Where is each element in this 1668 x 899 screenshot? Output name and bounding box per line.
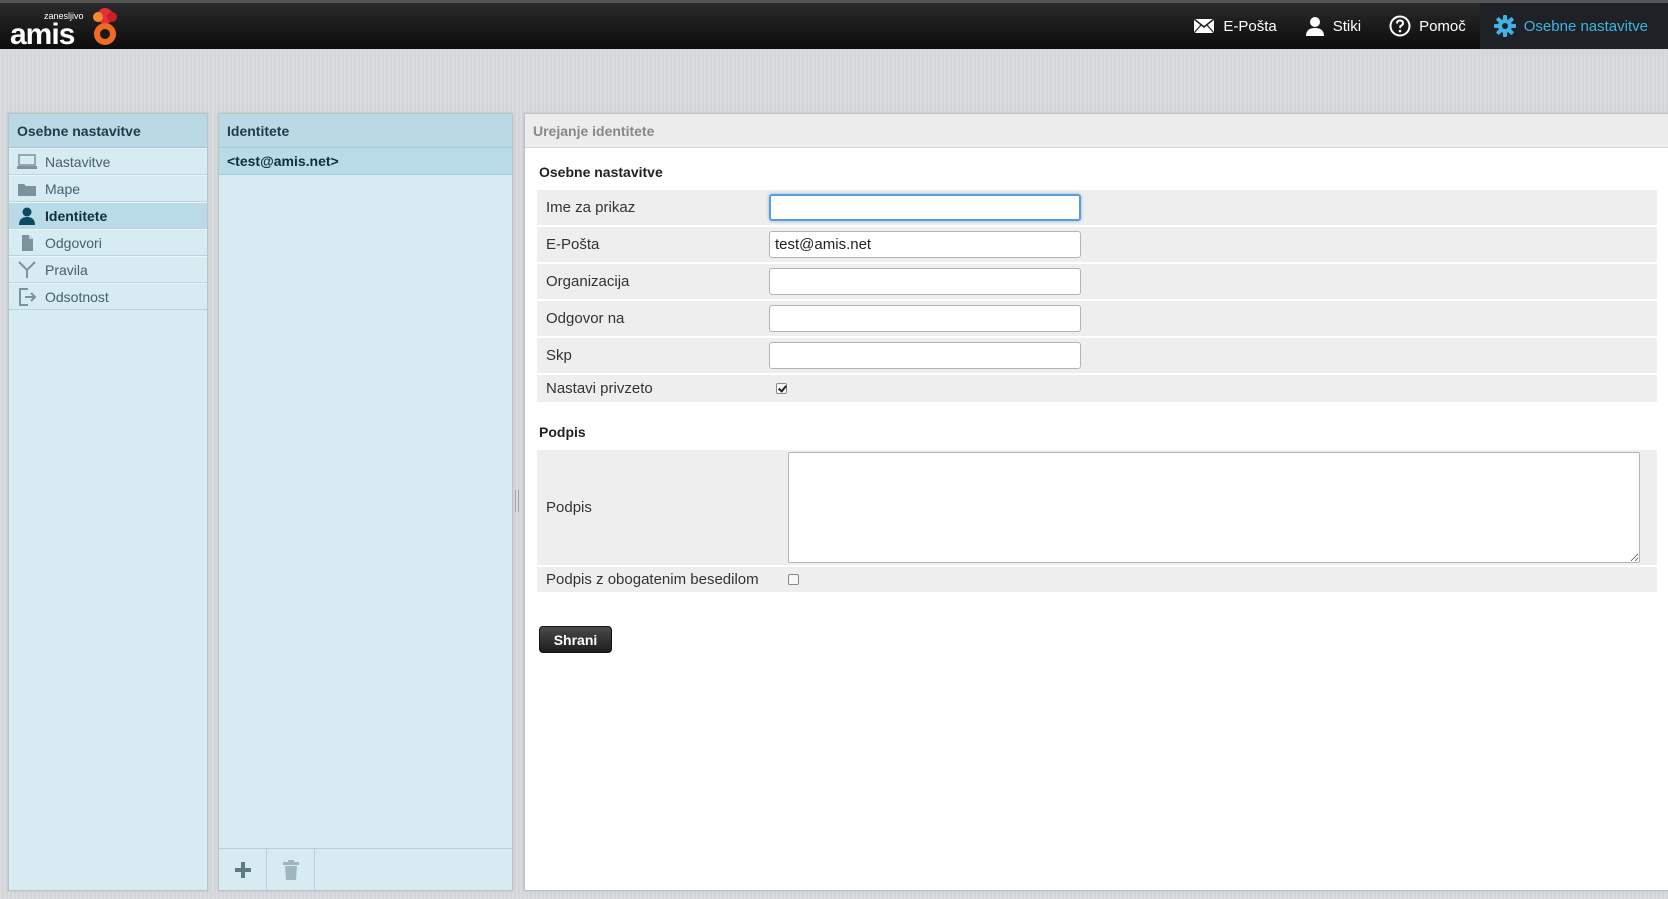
nav-settings-label: Osebne nastavitve: [1523, 17, 1648, 35]
bcc-input[interactable]: [769, 342, 1081, 369]
sidebar-item-label: Nastavitve: [45, 153, 111, 170]
identity-editor: Urejanje identitete Osebne nastavitve Im…: [524, 113, 1668, 891]
gear-icon: [1493, 15, 1516, 37]
save-button[interactable]: Shrani: [539, 626, 612, 653]
monitor-icon: [17, 153, 37, 169]
settings-sidebar: Osebne nastavitve Nastavitve Mape Identi…: [8, 113, 208, 891]
identity-form: Ime za prikaz E-Pošta Organizacija Odgov…: [537, 190, 1657, 404]
display-name-input[interactable]: [769, 194, 1081, 221]
organization-label: Organizacija: [546, 273, 630, 290]
reply-to-input[interactable]: [769, 305, 1081, 332]
signature-form: Podpis Podpis z obogatenim besedilom: [537, 450, 1657, 594]
identities-toolbar: [219, 848, 512, 890]
organization-input[interactable]: [769, 268, 1081, 295]
identities-panel: Identitete <test@amis.net>: [218, 113, 513, 891]
reply-to-label: Odgovor na: [546, 310, 625, 327]
logo-wordmark: amis: [10, 18, 75, 51]
row-reply-to: Odgovor na: [537, 301, 1657, 338]
row-bcc: Skp: [537, 338, 1657, 375]
sidebar-item-pravila[interactable]: Pravila: [9, 256, 207, 283]
delete-identity-button[interactable]: [267, 849, 315, 890]
sidebar-item-label: Pravila: [45, 261, 88, 278]
identity-item[interactable]: <test@amis.net>: [219, 148, 512, 175]
plus-icon: [234, 861, 251, 878]
top-navigation: E-Pošta Stiki Pomoč Osebne nastavitve: [1179, 3, 1668, 49]
filter-icon: [18, 260, 36, 278]
add-identity-button[interactable]: [219, 849, 267, 890]
sidebar-item-identitete[interactable]: Identitete: [9, 202, 207, 229]
panel-splitter[interactable]: [514, 490, 520, 512]
row-html-signature: Podpis z obogatenim besedilom: [537, 567, 1657, 594]
sidebar-item-mape[interactable]: Mape: [9, 175, 207, 202]
envelope-icon: [1193, 18, 1215, 34]
row-display-name: Ime za prikaz: [537, 190, 1657, 227]
row-signature: Podpis: [537, 450, 1657, 567]
nav-contacts[interactable]: Stiki: [1291, 3, 1375, 49]
default-checkbox[interactable]: [776, 383, 787, 394]
sidebar-item-label: Mape: [45, 180, 81, 197]
sidebar-item-odsotnost[interactable]: Odsotnost: [9, 283, 207, 310]
identities-title: Identitete: [219, 114, 512, 148]
row-organization: Organizacija: [537, 264, 1657, 301]
bcc-label: Skp: [546, 347, 572, 364]
folder-icon: [18, 183, 36, 196]
nav-settings[interactable]: Osebne nastavitve: [1479, 3, 1668, 49]
email-label: E-Pošta: [546, 236, 600, 253]
html-signature-checkbox[interactable]: [788, 574, 799, 585]
nav-email-label: E-Pošta: [1223, 17, 1277, 35]
signature-textarea[interactable]: [788, 452, 1640, 563]
sidebar-item-label: Odsotnost: [45, 288, 109, 305]
default-label: Nastavi privzeto: [546, 380, 653, 397]
nav-help-label: Pomoč: [1419, 17, 1466, 35]
document-icon: [22, 234, 33, 251]
person-icon: [19, 207, 35, 225]
person-icon: [1305, 17, 1324, 36]
signature-label: Podpis: [546, 499, 592, 516]
sidebar-item-label: Identitete: [45, 207, 108, 224]
row-default: Nastavi privzeto: [537, 375, 1657, 404]
email-input[interactable]: [769, 231, 1081, 258]
logo-mark-icon: [93, 8, 117, 45]
display-name-label: Ime za prikaz: [546, 199, 636, 216]
section-personal-settings: Osebne nastavitve: [539, 164, 663, 180]
nav-email[interactable]: E-Pošta: [1179, 3, 1290, 49]
top-bar: zanesljivo amis E-Pošta Stiki Pomoč Oseb…: [0, 0, 1668, 51]
nav-contacts-label: Stiki: [1332, 17, 1362, 35]
section-signature: Podpis: [539, 424, 586, 440]
sidebar-title: Osebne nastavitve: [9, 114, 207, 148]
html-signature-label: Podpis z obogatenim besedilom: [546, 571, 759, 588]
help-icon: [1389, 15, 1411, 37]
nav-help[interactable]: Pomoč: [1375, 3, 1480, 49]
sidebar-item-odgovori[interactable]: Odgovori: [9, 229, 207, 256]
amis-logo[interactable]: zanesljivo amis: [10, 5, 120, 51]
sidebar-item-nastavitve[interactable]: Nastavitve: [9, 148, 207, 175]
editor-title: Urejanje identitete: [525, 114, 1668, 148]
sidebar-item-label: Odgovori: [45, 234, 102, 251]
settings-menu: Nastavitve Mape Identitete Odgovori Prav…: [9, 148, 207, 310]
trash-icon: [282, 859, 299, 880]
exit-icon: [19, 287, 37, 306]
row-email: E-Pošta: [537, 227, 1657, 264]
